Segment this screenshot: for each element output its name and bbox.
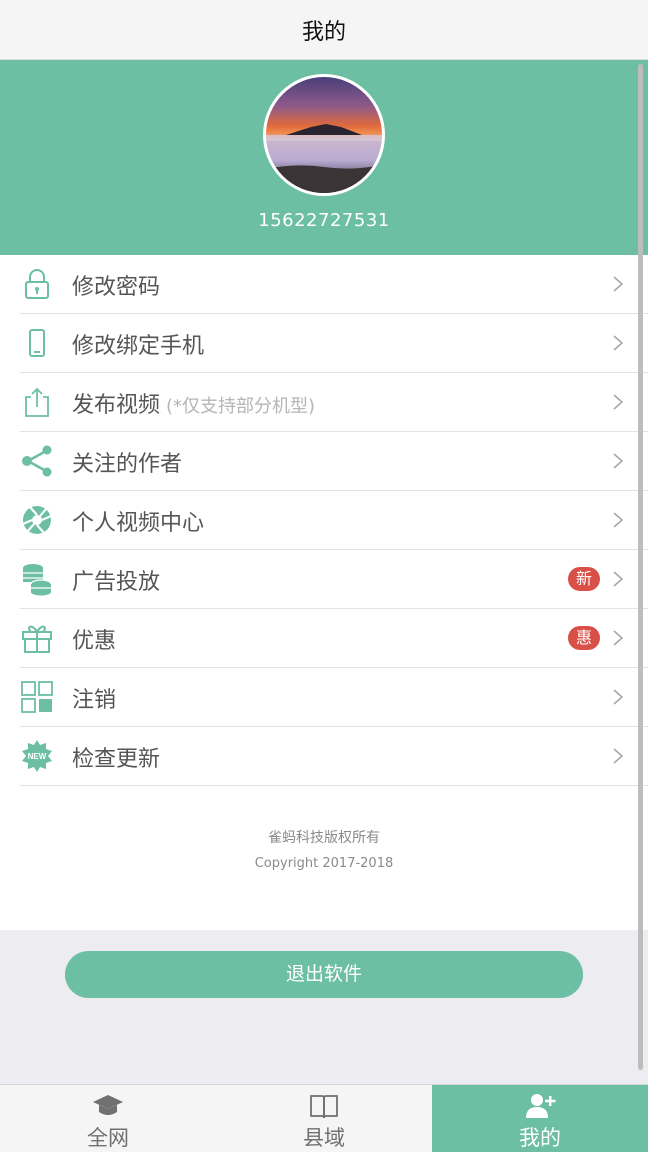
coins-icon xyxy=(23,564,52,596)
aperture-icon xyxy=(22,506,52,534)
menu-label: 修改密码 xyxy=(72,275,161,300)
menu-label-text: 发布视频 xyxy=(72,393,161,418)
menu-item-advertising[interactable]: 广告投放 新 xyxy=(20,550,648,609)
new-icon-text: NEW xyxy=(28,752,47,761)
menu-item-publish-video[interactable]: 发布视频 (*仅支持部分机型) xyxy=(20,373,648,432)
menu-list: 修改密码 修改绑定手机 发布视频 (*仅支持部分机型) 关注的作者 个人视频中心… xyxy=(0,255,648,930)
bottom-tab-bar: 全网 县域 我的 xyxy=(0,1084,648,1152)
grid-icon xyxy=(21,681,53,713)
copyright-company: 雀蚂科技版权所有 xyxy=(268,830,380,846)
upload-icon xyxy=(25,387,49,417)
menu-item-logout-account[interactable]: 注销 xyxy=(20,668,648,727)
menu-item-discount[interactable]: 优惠 惠 xyxy=(20,609,648,668)
menu-note: (*仅支持部分机型) xyxy=(166,396,316,417)
chevron-right-icon xyxy=(613,689,624,705)
menu-item-check-update[interactable]: NEW 检查更新 xyxy=(20,727,648,786)
menu-label: 注销 xyxy=(72,688,117,713)
menu-label: 关注的作者 xyxy=(72,452,183,477)
chevron-right-icon xyxy=(613,276,624,292)
chevron-right-icon xyxy=(613,453,624,469)
menu-label: 检查更新 xyxy=(72,747,161,772)
chevron-right-icon xyxy=(613,335,624,351)
menu-label: 个人视频中心 xyxy=(72,511,205,536)
add-user-icon xyxy=(526,1094,556,1118)
menu-label: 修改绑定手机 xyxy=(72,334,205,359)
gift-icon xyxy=(22,625,52,653)
menu-item-followed-authors[interactable]: 关注的作者 xyxy=(20,432,648,491)
book-icon xyxy=(310,1095,338,1119)
avatar[interactable] xyxy=(263,74,385,196)
menu-item-change-phone[interactable]: 修改绑定手机 xyxy=(20,314,648,373)
tab-all-network[interactable]: 全网 xyxy=(0,1085,216,1152)
logout-area: 退出软件 xyxy=(0,930,648,1085)
menu-label: 发布视频 (*仅支持部分机型) xyxy=(72,387,315,419)
phone-icon xyxy=(29,329,45,357)
chevron-right-icon xyxy=(613,394,624,410)
new-badge-icon: NEW xyxy=(22,740,52,772)
exit-app-button[interactable]: 退出软件 xyxy=(65,951,583,998)
discount-badge: 惠 xyxy=(568,626,600,650)
top-bar: 我的 xyxy=(0,0,648,60)
menu-item-change-password[interactable]: 修改密码 xyxy=(20,255,648,314)
tab-label: 全网 xyxy=(87,1126,129,1150)
share-icon xyxy=(22,445,52,477)
scrollbar[interactable] xyxy=(638,64,643,1070)
tab-label: 县域 xyxy=(303,1126,345,1150)
profile-header: 15622727531 xyxy=(0,60,648,255)
menu-label: 广告投放 xyxy=(72,570,161,595)
chevron-right-icon xyxy=(613,630,624,646)
menu-item-video-center[interactable]: 个人视频中心 xyxy=(20,491,648,550)
tab-county[interactable]: 县域 xyxy=(216,1085,432,1152)
tab-label: 我的 xyxy=(519,1126,561,1150)
chevron-right-icon xyxy=(613,748,624,764)
new-badge: 新 xyxy=(568,567,600,591)
graduation-cap-icon xyxy=(93,1095,123,1115)
lock-icon xyxy=(25,269,49,299)
page-title: 我的 xyxy=(301,19,346,45)
copyright-text: Copyright 2017-2018 xyxy=(254,856,394,871)
chevron-right-icon xyxy=(613,571,624,587)
user-phone-number: 15622727531 xyxy=(258,210,390,231)
tab-mine[interactable]: 我的 xyxy=(432,1085,648,1152)
chevron-right-icon xyxy=(613,512,624,528)
menu-label: 优惠 xyxy=(72,629,117,654)
